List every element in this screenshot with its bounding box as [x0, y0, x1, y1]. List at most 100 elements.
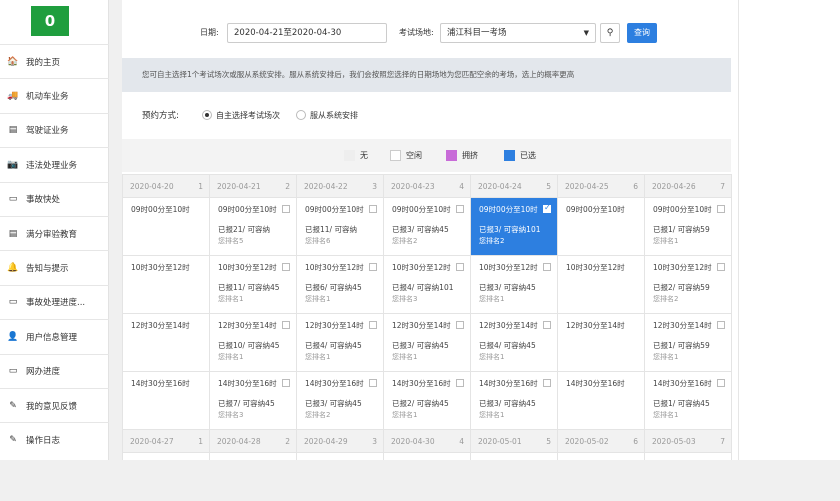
sidebar-item[interactable]: ▭ 网办进度 — [0, 353, 109, 388]
sidebar-item[interactable]: ✎ 我的意见反馈 — [0, 387, 109, 422]
legend-label-free: 空闲 — [406, 151, 422, 160]
exam-slot[interactable]: 14时30分至16时 已报7/ 可容纳45 您排名3 — [210, 372, 296, 429]
week-header-row: 2020-04-20 1 2020-04-21 2 2020-04-22 3 2020-04… — [122, 174, 732, 198]
slot-checkbox[interactable] — [543, 263, 551, 271]
exam-slot[interactable]: 10时30分至12时 已报11/ 可容纳45 您排名1 — [210, 256, 296, 313]
monitor-icon: ▭ — [8, 297, 18, 308]
exam-slot[interactable]: 14时30分至16时 已报2/ 可容纳45 您排名1 — [384, 372, 470, 429]
slot-checkbox[interactable] — [717, 205, 725, 213]
exam-slot[interactable]: 10时30分至12时 已报4/ 可容纳101 您排名3 — [384, 256, 470, 313]
exam-slot[interactable]: 09时00分至10时 — [123, 453, 209, 460]
slot-cell[interactable]: 14时30分至16时 已报1/ 可容纳45 您排名1 — [644, 371, 732, 430]
slot-cell[interactable]: 09时00分至10时 已报11/ 可容纳 您排名6 — [296, 197, 384, 256]
exam-slot[interactable]: 14时30分至16时 已报3/ 可容纳45 您排名2 — [297, 372, 383, 429]
exam-slot[interactable]: 14时30分至16时 已报1/ 可容纳45 您排名1 — [645, 372, 731, 429]
exam-slot[interactable]: 09时00分至10时 — [384, 453, 470, 460]
sidebar-item-label: 机动车业务 — [26, 92, 69, 103]
sidebar-menu: 🏠 我的主页 🚚 机动车业务 ▤ 驾驶证业务 📷 违法处理业务 ▭ 事故快处 ▤ 满分审验教育 🔔 告知与… — [0, 44, 109, 457]
slot-checkbox[interactable] — [282, 263, 290, 271]
sidebar-item[interactable]: ▭ 事故处理进度... — [0, 284, 109, 319]
exam-slot[interactable]: 09时00分至10时 — [297, 453, 383, 460]
slot-cell[interactable]: 10时30分至12时 已报6/ 可容纳45 您排名1 — [296, 255, 384, 314]
slot-cell[interactable]: 12时30分至14时 已报4/ 可容纳45 您排名1 — [296, 313, 384, 372]
exam-slot[interactable]: 09时00分至10时 已报1/ 可容纳59 您排名1 — [645, 198, 731, 255]
exam-slot[interactable]: 09时00分至10时 已报21/ 可容纳 您排名5 — [210, 198, 296, 255]
slot-cell[interactable]: 12时30分至14时 已报10/ 可容纳45 您排名1 — [209, 313, 297, 372]
slot-checkbox[interactable] — [456, 321, 464, 329]
slot-checkbox[interactable] — [543, 203, 551, 213]
exam-slot[interactable]: 09时00分至10时 — [645, 453, 731, 460]
slot-cell[interactable]: 12时30分至14时 已报4/ 可容纳45 您排名1 — [470, 313, 558, 372]
date-range-input[interactable]: 2020-04-21至2020-04-30 — [227, 23, 387, 43]
exam-slot[interactable]: 09时00分至10时 已报11/ 可容纳 您排名6 — [297, 198, 383, 255]
sidebar-item[interactable]: ▤ 满分审验教育 — [0, 215, 109, 250]
slot-checkbox[interactable] — [369, 205, 377, 213]
slot-cell[interactable]: 09时00分至10时 — [122, 452, 210, 460]
slot-cell[interactable]: 10时30分至12时 已报3/ 可容纳45 您排名1 — [470, 255, 558, 314]
slot-checkbox[interactable] — [369, 321, 377, 329]
sidebar-item[interactable]: ▭ 事故快处 — [0, 181, 109, 216]
map-pin-button[interactable]: ⚲ — [600, 23, 620, 43]
exam-slot[interactable]: 12时30分至14时 已报10/ 可容纳45 您排名1 — [210, 314, 296, 371]
radio-system-assign-label[interactable]: 服从系统安排 — [310, 110, 358, 121]
slot-cell[interactable]: 09时00分至10时 — [209, 452, 297, 460]
slot-cell[interactable]: 14时30分至16时 已报3/ 可容纳45 您排名2 — [296, 371, 384, 430]
exam-slot[interactable]: 12时30分至14时 已报3/ 可容纳45 您排名1 — [384, 314, 470, 371]
sidebar-item[interactable]: ✎ 操作日志 — [0, 422, 109, 456]
slot-cell[interactable]: 12时30分至14时 已报1/ 可容纳59 您排名1 — [644, 313, 732, 372]
radio-self-select-label[interactable]: 自主选择考试场次 — [216, 110, 280, 121]
exam-slot[interactable]: 12时30分至14时 已报4/ 可容纳45 您排名1 — [471, 314, 557, 371]
slot-checkbox[interactable] — [717, 379, 725, 387]
slot-cell[interactable]: 10时30分至12时 已报4/ 可容纳101 您排名3 — [383, 255, 471, 314]
slot-checkbox[interactable] — [543, 321, 551, 329]
slot-row: 09时00分至10时09时00分至10时09时00分至10时09时00分至10时… — [122, 452, 732, 460]
slot-cell[interactable]: 09时00分至10时 已报21/ 可容纳 您排名5 — [209, 197, 297, 256]
slot-checkbox[interactable] — [282, 379, 290, 387]
slot-cell[interactable]: 09时00分至10时 — [383, 452, 471, 460]
slot-cell[interactable]: 09时00分至10时 — [644, 452, 732, 460]
radio-self-select[interactable] — [202, 110, 212, 120]
slot-checkbox[interactable] — [543, 379, 551, 387]
sidebar-item[interactable]: 👤 用户信息管理 — [0, 319, 109, 353]
exam-slot[interactable]: 12时30分至14时 已报4/ 可容纳45 您排名1 — [297, 314, 383, 371]
slot-cell[interactable]: 09时00分至10时 已报1/ 可容纳59 您排名1 — [644, 197, 732, 256]
sidebar-item[interactable]: 🚚 机动车业务 — [0, 78, 109, 112]
slot-rank: 您排名1 — [392, 353, 418, 361]
slot-cell[interactable]: 10时30分至12时 已报2/ 可容纳59 您排名2 — [644, 255, 732, 314]
radio-system-assign[interactable] — [296, 110, 306, 120]
query-button[interactable]: 查询 — [627, 23, 657, 43]
site-select[interactable]: 浦江科目一考场 ▼ — [440, 23, 596, 43]
sidebar-item[interactable]: 📷 违法处理业务 — [0, 147, 109, 181]
slot-cell[interactable]: 10时30分至12时 已报11/ 可容纳45 您排名1 — [209, 255, 297, 314]
slot-checkbox[interactable] — [282, 205, 290, 213]
slot-cell[interactable]: 09时00分至10时已报3/ 可容纳101 您排名2 — [470, 197, 558, 256]
slot-cell[interactable]: 09时00分至10时 已报3/ 可容纳45 您排名2 — [383, 197, 471, 256]
slot-checkbox[interactable] — [456, 205, 464, 213]
sidebar-item[interactable]: 🔔 告知与提示 — [0, 250, 109, 284]
slot-checkbox[interactable] — [717, 321, 725, 329]
exam-slot[interactable]: 09时00分至10时 — [210, 453, 296, 460]
slot-cell[interactable]: 09时00分至10时 — [296, 452, 384, 460]
day-date: 2020-04-28 — [217, 436, 261, 446]
exam-slot[interactable]: 10时30分至12时 已报6/ 可容纳45 您排名1 — [297, 256, 383, 313]
slot-checkbox[interactable] — [282, 321, 290, 329]
site-label: 考试场地: — [399, 28, 434, 37]
exam-slot[interactable]: 10时30分至12时 已报2/ 可容纳59 您排名2 — [645, 256, 731, 313]
exam-slot[interactable]: 10时30分至12时 已报3/ 可容纳45 您排名1 — [471, 256, 557, 313]
slot-time: 10时30分至12时 — [218, 263, 277, 272]
sidebar-item[interactable]: ▤ 驾驶证业务 — [0, 112, 109, 147]
slot-checkbox[interactable] — [717, 263, 725, 271]
exam-slot[interactable]: 14时30分至16时 已报3/ 可容纳45 您排名1 — [471, 372, 557, 429]
slot-checkbox[interactable] — [456, 379, 464, 387]
slot-checkbox[interactable] — [369, 263, 377, 271]
slot-cell[interactable]: 14时30分至16时 已报2/ 可容纳45 您排名1 — [383, 371, 471, 430]
slot-checkbox[interactable] — [456, 263, 464, 271]
sidebar-item[interactable]: 🏠 我的主页 — [0, 44, 109, 78]
slot-cell[interactable]: 12时30分至14时 已报3/ 可容纳45 您排名1 — [383, 313, 471, 372]
slot-cell[interactable]: 14时30分至16时 已报7/ 可容纳45 您排名3 — [209, 371, 297, 430]
exam-slot[interactable]: 09时00分至10时已报3/ 可容纳101 您排名2 — [471, 198, 557, 255]
exam-slot[interactable]: 09时00分至10时 已报3/ 可容纳45 您排名2 — [384, 198, 470, 255]
exam-slot[interactable]: 12时30分至14时 已报1/ 可容纳59 您排名1 — [645, 314, 731, 371]
slot-checkbox[interactable] — [369, 379, 377, 387]
slot-cell[interactable]: 14时30分至16时 已报3/ 可容纳45 您排名1 — [470, 371, 558, 430]
